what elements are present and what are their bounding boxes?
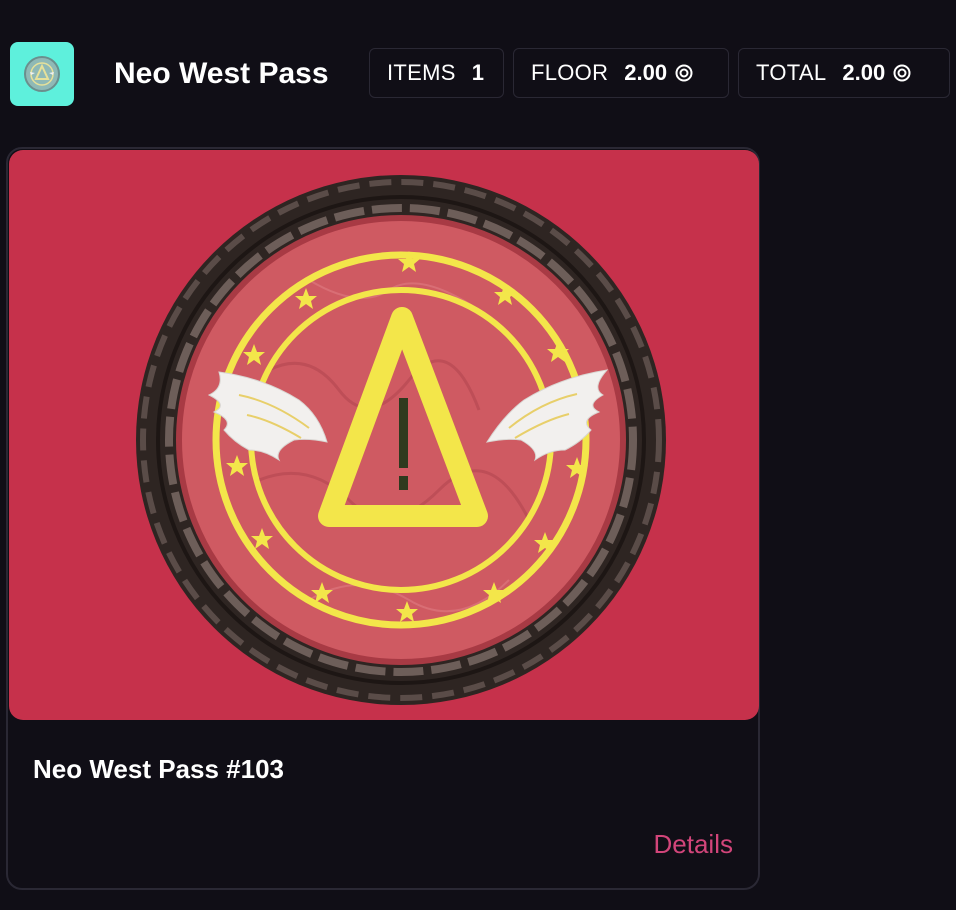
collection-logo[interactable] (10, 42, 74, 106)
items-stat: ITEMS 1 (369, 48, 504, 98)
floor-stat-value: 2.00 (624, 60, 668, 85)
currency-icon (675, 64, 693, 82)
total-stat-label: TOTAL (756, 60, 827, 85)
details-link[interactable]: Details (654, 829, 733, 860)
currency-icon (893, 64, 911, 82)
neo-west-pass-coin-icon (136, 175, 666, 705)
total-stat: TOTAL 2.00 (738, 48, 950, 98)
nft-title: Neo West Pass #103 (33, 754, 284, 784)
collection-header: Neo West Pass ITEMS 1 FLOOR 2.00 TOTAL 2… (0, 0, 956, 148)
floor-stat-label: FLOOR (531, 60, 609, 85)
items-stat-label: ITEMS (387, 60, 456, 85)
nft-image[interactable] (9, 150, 759, 720)
collection-title: Neo West Pass (114, 57, 329, 90)
total-stat-value: 2.00 (842, 60, 886, 85)
coin-logo-icon (24, 56, 60, 92)
nft-card[interactable]: Neo West Pass #103 Details (6, 147, 760, 890)
items-stat-value: 1 (471, 60, 484, 85)
floor-stat: FLOOR 2.00 (513, 48, 729, 98)
